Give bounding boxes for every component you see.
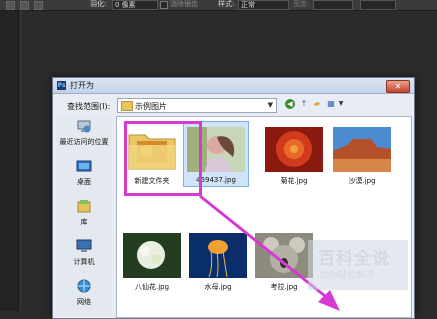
watermark: 百科全说 助你轻松解决 bbox=[308, 240, 408, 290]
watermark-title: 百科全说 bbox=[318, 249, 390, 269]
watermark-subtitle: 助你轻松解决 bbox=[320, 271, 375, 281]
